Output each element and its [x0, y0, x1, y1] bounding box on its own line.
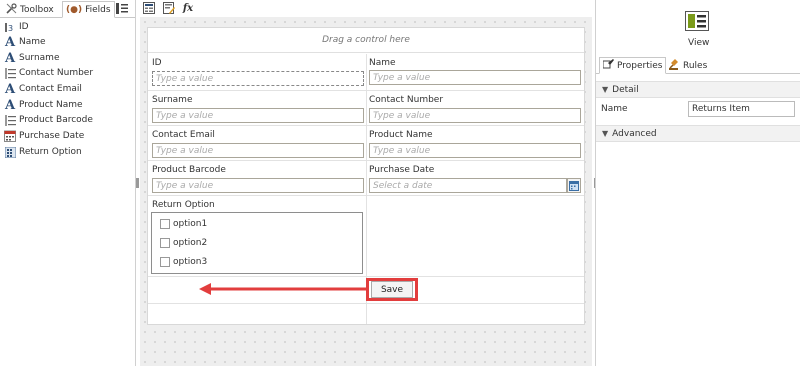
field-item-purchase-date[interactable]: Purchase Date [4, 129, 84, 143]
row-divider [148, 90, 584, 91]
row-divider [148, 276, 584, 277]
property-name-input[interactable]: Returns Item [688, 101, 795, 117]
row-divider [148, 125, 584, 126]
drop-zone[interactable]: Drag a control here [148, 28, 584, 53]
product-name-input[interactable]: Type a value [369, 143, 581, 158]
save-button[interactable]: Save [371, 281, 413, 298]
checkbox-icon[interactable] [160, 219, 170, 229]
text-icon: A [4, 34, 16, 50]
left-panel: Toolbox (●) Fields 3 ID A Name A Surname… [0, 0, 136, 366]
tab-fields-label: Fields [85, 4, 111, 15]
return-option-checkbox-list: option1 option2 option3 [151, 212, 363, 274]
grid-icon [4, 146, 16, 158]
tab-toolbox-label: Toolbox [20, 4, 54, 15]
list-icon [4, 114, 16, 126]
chevron-down-icon: ▼ [602, 129, 609, 138]
contact-number-label: Contact Number [369, 95, 444, 105]
id-label: ID [152, 58, 162, 68]
edit-form-icon[interactable] [163, 2, 175, 14]
arrow-annotation-icon [199, 283, 367, 295]
advanced-header-label: Advanced [612, 128, 657, 139]
row-divider [148, 160, 584, 161]
id-input[interactable]: Type a value [152, 71, 364, 86]
detail-section-header[interactable]: ▼ Detail [596, 81, 800, 98]
field-item-contact-email[interactable]: A Contact Email [4, 81, 82, 97]
tab-properties[interactable]: Properties [599, 57, 667, 74]
text-icon: A [4, 97, 16, 113]
list-icon [4, 67, 16, 79]
field-item-product-barcode[interactable]: Product Barcode [4, 113, 93, 127]
form-view: Drag a control here ID Type a value Name… [147, 27, 585, 325]
view-label: View [688, 38, 710, 48]
left-panel-tabs: Toolbox (●) Fields [0, 0, 135, 18]
checkbox-icon[interactable] [160, 257, 170, 267]
field-item-product-name[interactable]: A Product Name [4, 97, 83, 113]
tab-rules-label: Rules [683, 60, 708, 71]
field-item-contact-number[interactable]: Contact Number [4, 66, 93, 80]
option-label: option2 [173, 238, 208, 248]
autonumber-icon: 3 [4, 21, 16, 33]
field-label: Contact Email [19, 84, 82, 94]
checkbox-icon[interactable] [160, 238, 170, 248]
surname-label: Surname [152, 95, 193, 105]
field-label: Name [19, 37, 46, 47]
option-checkbox[interactable]: option1 [160, 219, 207, 229]
field-label: Return Option [19, 147, 82, 157]
field-label: Product Barcode [19, 115, 93, 125]
purchase-date-label: Purchase Date [369, 165, 435, 175]
calendar-icon [569, 180, 579, 191]
tab-toolbox[interactable]: Toolbox [3, 1, 57, 18]
properties-icon [602, 58, 614, 73]
tab-fields[interactable]: (●) Fields [62, 1, 115, 18]
tab-rules[interactable]: Rules [666, 57, 710, 74]
svg-text:3: 3 [8, 24, 13, 33]
calendar-picker-button[interactable] [567, 178, 581, 193]
text-icon: A [4, 81, 16, 97]
properties-tabs: Properties Rules [596, 57, 800, 74]
form-layout-icon[interactable] [143, 2, 155, 14]
product-barcode-input[interactable]: Type a value [152, 178, 364, 193]
left-splitter-handle[interactable] [136, 178, 139, 188]
right-panel: View Properties Rules ▼ Detail Name Retu… [595, 0, 800, 366]
rules-icon [669, 58, 680, 73]
designer-toolbar: fx [140, 0, 592, 16]
field-item-surname[interactable]: A Surname [4, 50, 60, 66]
option-label: option3 [173, 257, 208, 267]
fields-icon: (●) [66, 4, 83, 15]
product-barcode-label: Product Barcode [152, 165, 226, 175]
field-item-id[interactable]: 3 ID [4, 20, 29, 34]
row-divider [148, 303, 584, 304]
advanced-section-header[interactable]: ▼ Advanced [596, 125, 800, 142]
formula-icon[interactable]: fx [182, 2, 194, 14]
panel-toggle-icon[interactable] [116, 3, 128, 17]
name-label: Name [369, 58, 396, 68]
contact-number-input[interactable]: Type a value [369, 108, 581, 123]
chevron-down-icon: ▼ [602, 85, 609, 94]
tools-icon [6, 2, 17, 17]
contact-email-label: Contact Email [152, 130, 215, 140]
return-option-label: Return Option [152, 200, 215, 210]
field-label: Purchase Date [19, 131, 85, 141]
calendar-icon [4, 130, 16, 142]
field-label: Contact Number [19, 68, 94, 78]
purchase-date-input[interactable]: Select a date [369, 178, 567, 193]
option-checkbox[interactable]: option3 [160, 257, 207, 267]
detail-header-label: Detail [612, 84, 639, 95]
name-input[interactable]: Type a value [369, 70, 581, 85]
field-label: ID [19, 22, 29, 32]
tab-properties-label: Properties [617, 60, 663, 71]
view-icon[interactable] [685, 11, 709, 31]
contact-email-input[interactable]: Type a value [152, 143, 364, 158]
property-name-label: Name [601, 104, 628, 114]
field-item-name[interactable]: A Name [4, 34, 46, 50]
option-checkbox[interactable]: option2 [160, 238, 207, 248]
surname-input[interactable]: Type a value [152, 108, 364, 123]
field-label: Product Name [19, 100, 83, 110]
field-item-return-option[interactable]: Return Option [4, 145, 82, 159]
row-divider [148, 195, 584, 196]
text-icon: A [4, 50, 16, 66]
product-name-label: Product Name [369, 130, 433, 140]
option-label: option1 [173, 219, 208, 229]
field-label: Surname [19, 53, 60, 63]
